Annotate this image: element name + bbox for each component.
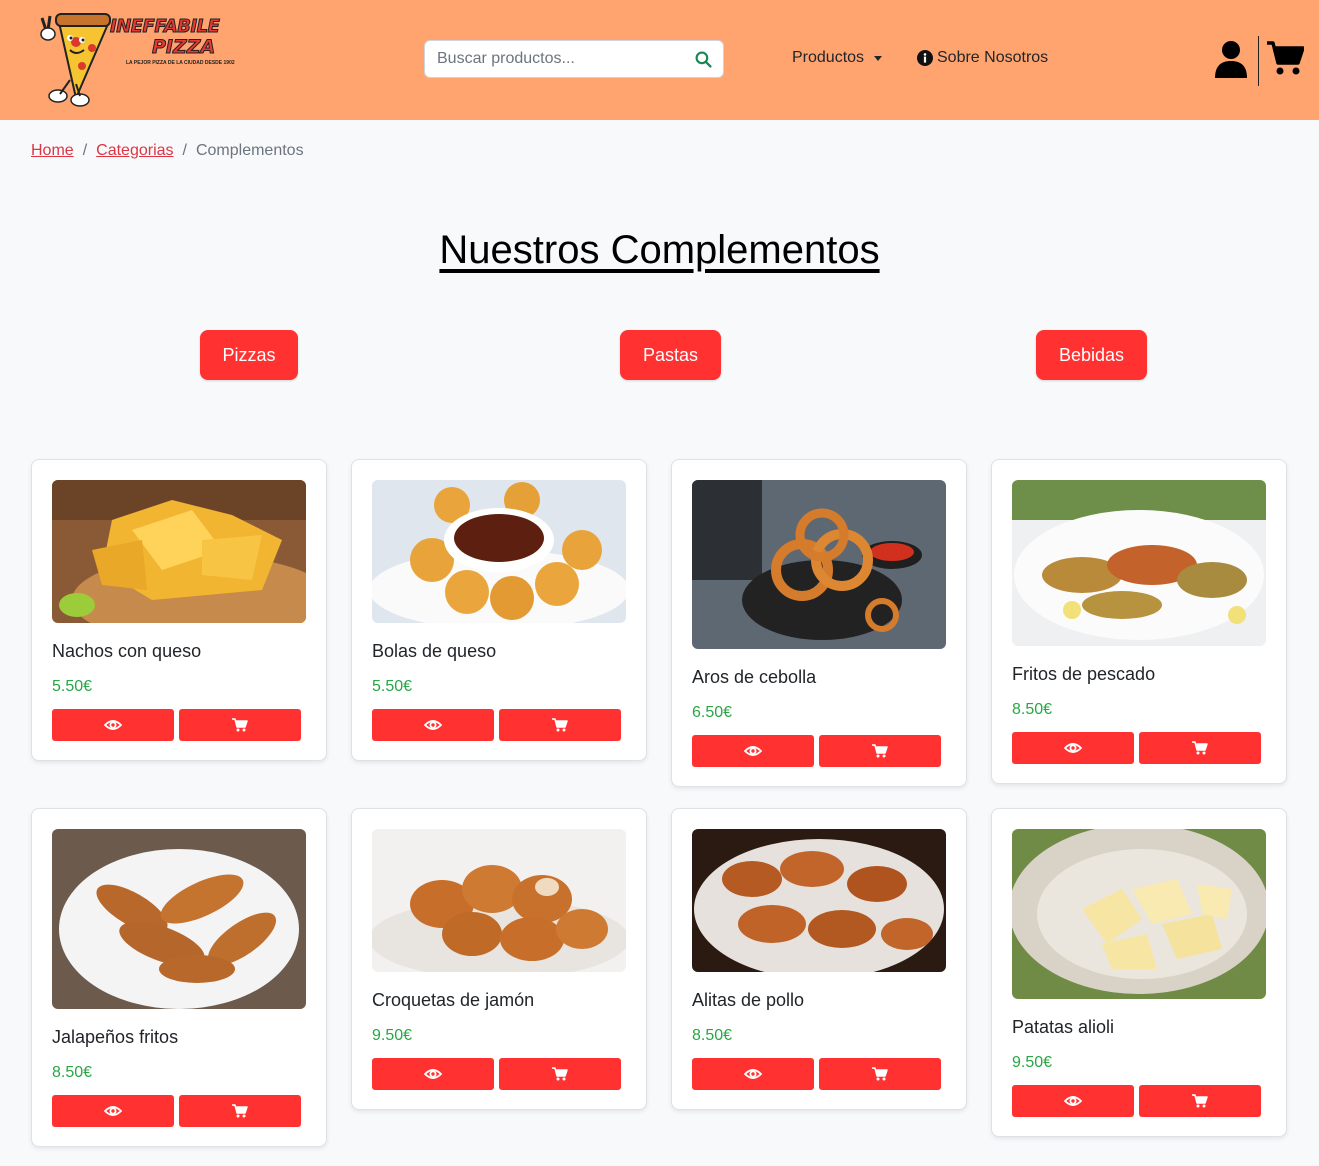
chevron-down-icon <box>874 55 883 61</box>
product-image <box>692 829 946 972</box>
product-price: 8.50€ <box>1012 701 1053 718</box>
logo-text-line1: INEFFABILE <box>109 16 220 38</box>
breadcrumb: Home / Categorias / Complementos <box>31 142 304 160</box>
user-icon[interactable] <box>1214 40 1248 78</box>
product-image <box>1012 829 1266 999</box>
breadcrumb-home[interactable]: Home <box>31 142 74 160</box>
cart-icon <box>232 718 248 732</box>
cart-icon <box>552 1067 568 1081</box>
logo[interactable]: INEFFABILE PIZZA LA PEJOR PIZZA DE LA CI… <box>30 10 235 110</box>
breadcrumb-separator: / <box>82 142 88 159</box>
product-card: Aros de cebolla 6.50€ <box>671 459 967 787</box>
view-product-button[interactable] <box>1012 1085 1134 1117</box>
product-card: Bolas de queso 5.50€ <box>351 459 647 761</box>
product-price: 9.50€ <box>1012 1054 1053 1071</box>
product-card: Croquetas de jamón 9.50€ <box>351 808 647 1110</box>
header: INEFFABILE PIZZA LA PEJOR PIZZA DE LA CI… <box>0 0 1319 120</box>
product-card: Jalapeños fritos 8.50€ <box>31 808 327 1147</box>
product-image <box>52 829 306 1009</box>
search-button[interactable] <box>683 41 723 77</box>
view-product-button[interactable] <box>52 1095 174 1127</box>
product-image <box>372 829 626 972</box>
search-bar <box>424 40 724 78</box>
product-price: 8.50€ <box>52 1064 93 1081</box>
product-name: Patatas alioli <box>1012 1017 1115 1037</box>
view-product-button[interactable] <box>372 1058 494 1090</box>
cart-icon[interactable] <box>1266 40 1305 76</box>
product-image <box>1012 480 1266 646</box>
product-name: Croquetas de jamón <box>372 990 535 1010</box>
category-button-bebidas[interactable]: Bebidas <box>1036 330 1147 380</box>
product-name: Jalapeños fritos <box>52 1027 179 1047</box>
product-price: 6.50€ <box>692 704 733 721</box>
product-image <box>52 480 306 623</box>
page-title: Nuestros Complementos <box>439 228 880 272</box>
eye-icon <box>1064 743 1082 753</box>
add-to-cart-button[interactable] <box>1139 732 1261 764</box>
add-to-cart-button[interactable] <box>179 709 301 741</box>
product-image <box>692 480 946 649</box>
product-card: Alitas de pollo 8.50€ <box>671 808 967 1110</box>
product-price: 5.50€ <box>52 678 93 695</box>
nav-sobre-label: Sobre Nosotros <box>937 49 1049 66</box>
eye-icon <box>424 1069 442 1079</box>
nav-productos-dropdown[interactable]: Productos <box>792 49 883 67</box>
cart-icon <box>872 744 888 758</box>
category-button-pastas[interactable]: Pastas <box>620 330 721 380</box>
product-card: Patatas alioli 9.50€ <box>991 808 1287 1137</box>
category-button-pizzas[interactable]: Pizzas <box>200 330 298 380</box>
add-to-cart-button[interactable] <box>179 1095 301 1127</box>
product-price: 9.50€ <box>372 1027 413 1044</box>
add-to-cart-button[interactable] <box>499 709 621 741</box>
add-to-cart-button[interactable] <box>499 1058 621 1090</box>
cart-icon <box>552 718 568 732</box>
product-name: Aros de cebolla <box>692 667 817 687</box>
product-price: 8.50€ <box>692 1027 733 1044</box>
product-card: Fritos de pescado 8.50€ <box>991 459 1287 784</box>
view-product-button[interactable] <box>372 709 494 741</box>
add-to-cart-button[interactable] <box>1139 1085 1261 1117</box>
cart-icon <box>872 1067 888 1081</box>
view-product-button[interactable] <box>52 709 174 741</box>
product-price: 5.50€ <box>372 678 413 695</box>
eye-icon <box>744 746 762 756</box>
search-input[interactable] <box>425 41 683 77</box>
cart-icon <box>232 1104 248 1118</box>
info-icon <box>917 50 933 66</box>
eye-icon <box>424 720 442 730</box>
breadcrumb-categorias[interactable]: Categorias <box>96 142 173 160</box>
add-to-cart-button[interactable] <box>819 735 941 767</box>
eye-icon <box>1064 1096 1082 1106</box>
view-product-button[interactable] <box>692 1058 814 1090</box>
header-divider <box>1258 36 1259 86</box>
page-title-wrapper: Nuestros Complementos <box>0 228 1319 273</box>
add-to-cart-button[interactable] <box>819 1058 941 1090</box>
logo-tagline: LA PEJOR PIZZA DE LA CIUDAD DESDE 1902 <box>126 60 235 66</box>
eye-icon <box>104 1106 122 1116</box>
cart-icon <box>1192 1094 1208 1108</box>
view-product-button[interactable] <box>692 735 814 767</box>
breadcrumb-current: Complementos <box>195 142 304 159</box>
product-name: Bolas de queso <box>372 641 497 661</box>
product-name: Nachos con queso <box>52 641 202 661</box>
eye-icon <box>744 1069 762 1079</box>
product-image <box>372 480 626 623</box>
product-name: Fritos de pescado <box>1012 664 1156 684</box>
eye-icon <box>104 720 122 730</box>
nav-productos-label: Productos <box>792 49 865 66</box>
product-card: Nachos con queso 5.50€ <box>31 459 327 761</box>
cart-icon <box>1192 741 1208 755</box>
breadcrumb-separator: / <box>182 142 187 159</box>
search-icon <box>695 51 712 68</box>
logo-text-line2: PIZZA <box>151 36 216 59</box>
view-product-button[interactable] <box>1012 732 1134 764</box>
product-name: Alitas de pollo <box>692 990 805 1010</box>
nav-sobre-nosotros[interactable]: Sobre Nosotros <box>917 49 1048 67</box>
